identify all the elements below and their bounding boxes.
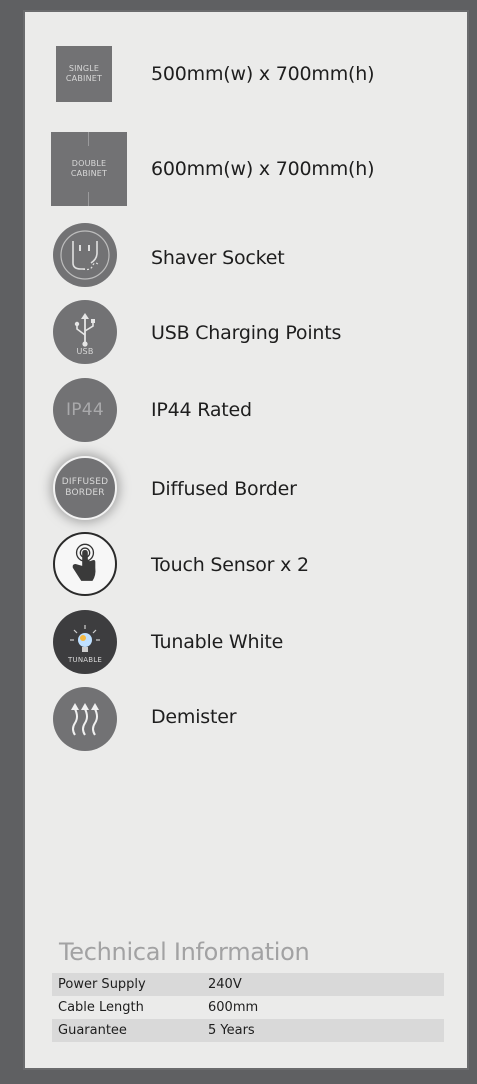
feature-label: Tunable White: [151, 631, 284, 653]
feature-touch-sensor: Touch Sensor x 2: [25, 532, 471, 612]
table-cell-value: 600mm: [208, 1000, 259, 1015]
ip44-icon: IP44: [53, 378, 117, 442]
feature-label: IP44 Rated: [151, 399, 252, 421]
cabinet-divider: [88, 132, 89, 146]
diffused-border-icon-text: DIFFUSED BORDER: [61, 477, 109, 498]
double-cabinet-icon-text: DOUBLE CABINET: [70, 159, 108, 178]
table-cell-value: 5 Years: [208, 1023, 255, 1038]
table-cell-label: Guarantee: [58, 1023, 127, 1038]
feature-single-cabinet: SINGLE CABINET 500mm(w) x 700mm(h): [25, 46, 471, 126]
diffused-border-icon: DIFFUSED BORDER: [53, 456, 117, 520]
feature-label: Demister: [151, 706, 237, 728]
demister-icon: [53, 687, 117, 751]
double-cabinet-icon: DOUBLE CABINET: [51, 132, 127, 206]
usb-icon-text: USB: [76, 347, 94, 356]
tunable-white-icon: TUNABLE: [53, 610, 117, 674]
feature-label: Touch Sensor x 2: [151, 554, 309, 576]
cabinet-divider: [88, 192, 89, 206]
feature-label: Diffused Border: [151, 478, 297, 500]
table-row: Guarantee 5 Years: [52, 1019, 444, 1042]
ip44-icon-text: IP44: [65, 400, 105, 420]
feature-tunable-white: TUNABLE Tunable White: [25, 610, 471, 690]
single-cabinet-icon: SINGLE CABINET: [56, 46, 112, 102]
feature-label: 600mm(w) x 700mm(h): [151, 158, 375, 180]
technical-information-title: Technical Information: [59, 938, 310, 966]
table-cell-value: 240V: [208, 977, 242, 992]
feature-demister: Demister: [25, 687, 471, 767]
technical-information-table: Power Supply 240V Cable Length 600mm Gua…: [52, 973, 444, 1042]
feature-label: Shaver Socket: [151, 247, 285, 269]
table-cell-label: Power Supply: [58, 977, 146, 992]
tunable-icon-text: TUNABLE: [68, 656, 102, 664]
feature-double-cabinet: DOUBLE CABINET 600mm(w) x 700mm(h): [25, 132, 471, 212]
table-row: Cable Length 600mm: [52, 996, 444, 1019]
feature-label: USB Charging Points: [151, 322, 342, 344]
shaver-socket-icon: [53, 223, 117, 287]
feature-usb: USB USB Charging Points: [25, 300, 471, 380]
feature-panel: SINGLE CABINET 500mm(w) x 700mm(h) DOUBL…: [23, 10, 469, 1070]
usb-icon: USB: [53, 300, 117, 364]
table-cell-label: Cable Length: [58, 1000, 144, 1015]
table-row: Power Supply 240V: [52, 973, 444, 996]
feature-shaver-socket: Shaver Socket: [25, 223, 471, 303]
feature-diffused-border: DIFFUSED BORDER Diffused Border: [25, 456, 471, 536]
touch-sensor-icon: [53, 532, 117, 596]
single-cabinet-icon-text: SINGLE CABINET: [65, 64, 103, 83]
feature-label: 500mm(w) x 700mm(h): [151, 63, 375, 85]
feature-ip44: IP44 IP44 Rated: [25, 378, 471, 458]
